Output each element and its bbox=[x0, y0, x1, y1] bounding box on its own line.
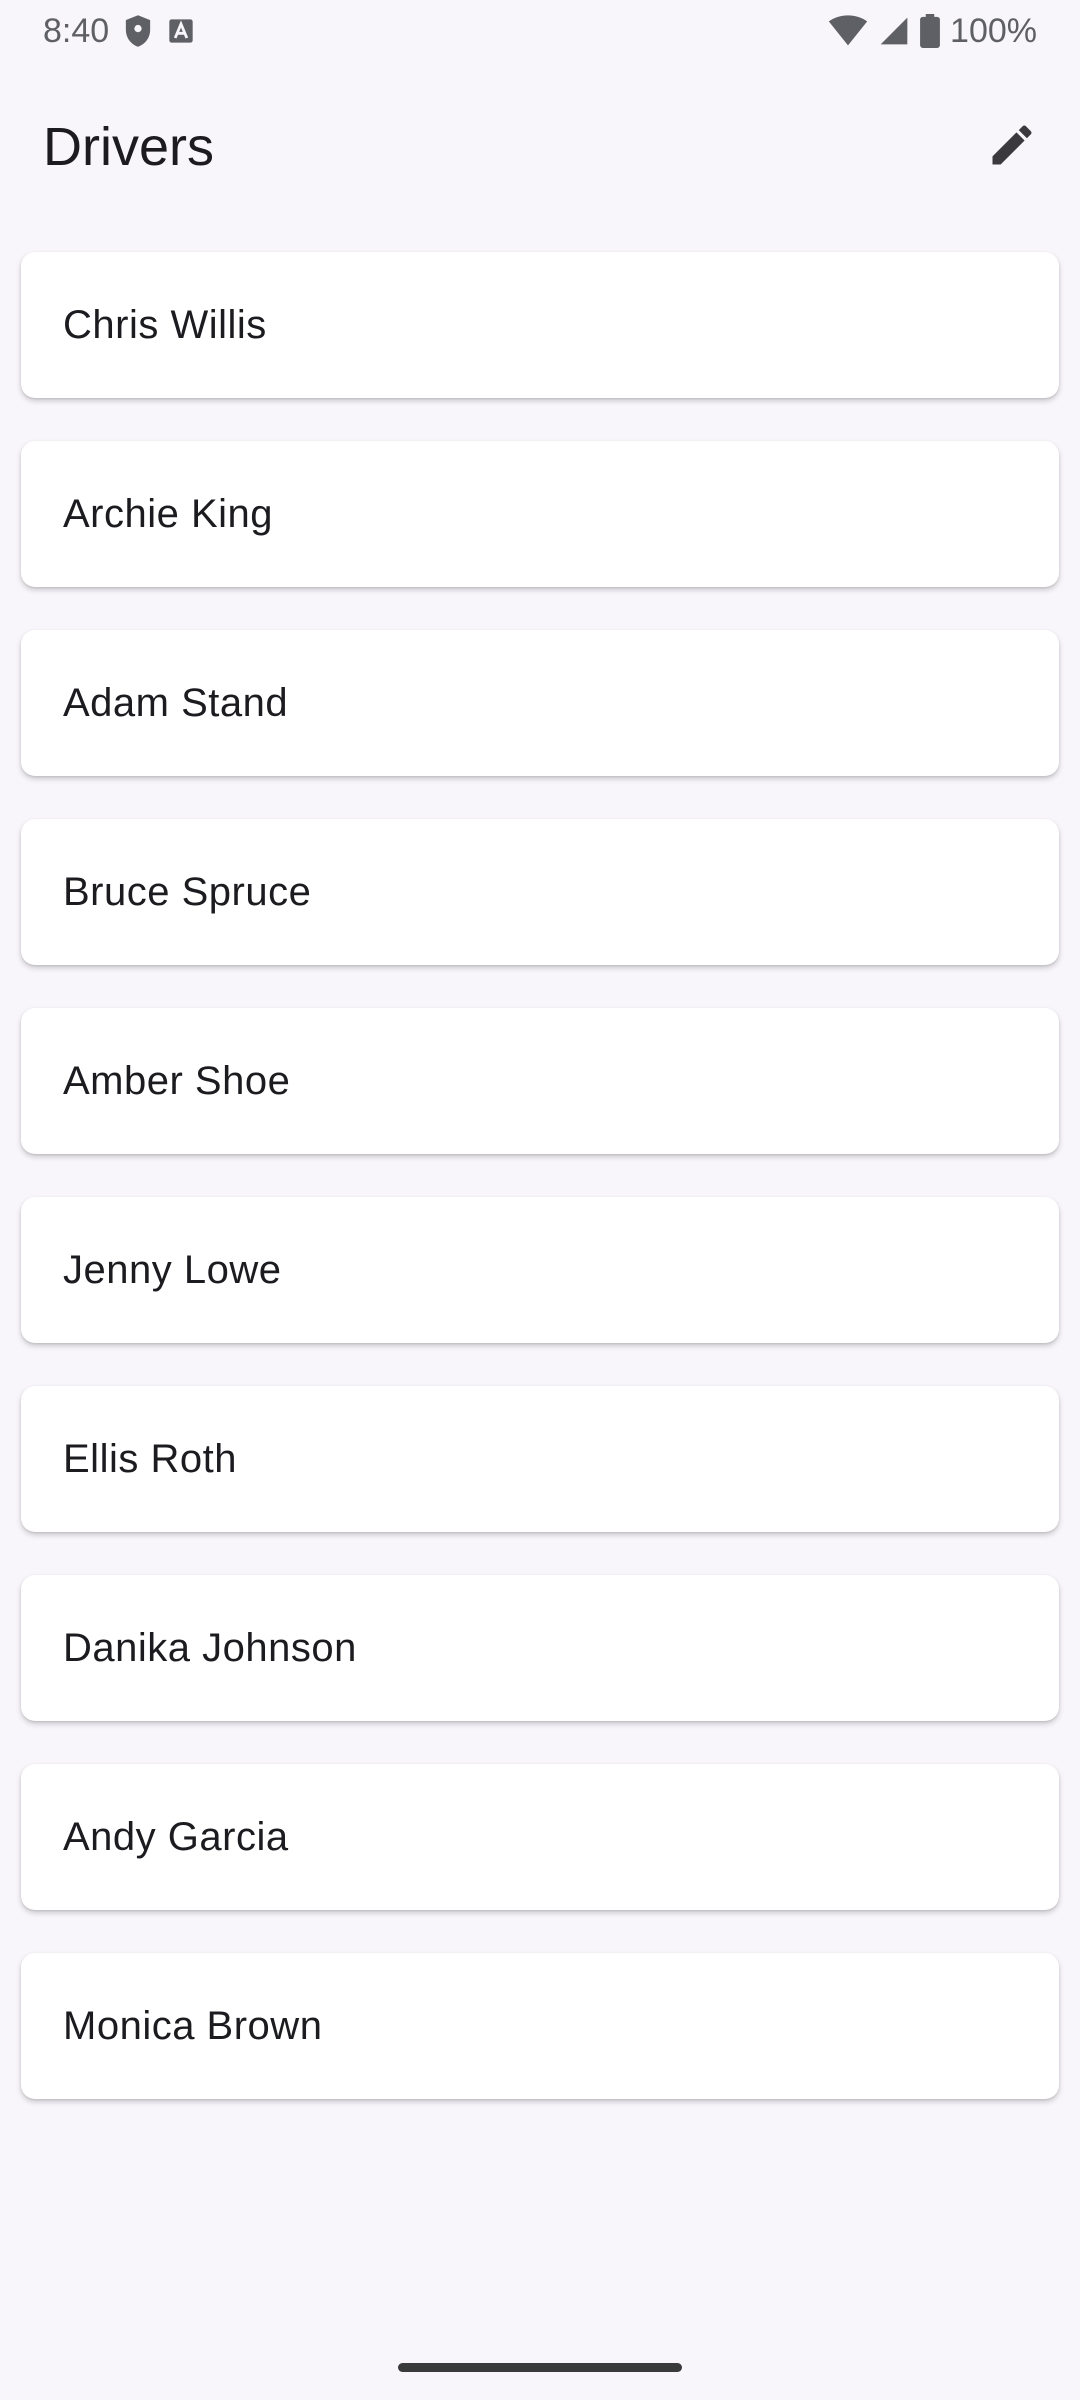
pencil-icon bbox=[986, 119, 1038, 176]
driver-card[interactable]: Chris Willis bbox=[21, 252, 1059, 398]
driver-card[interactable]: Archie King bbox=[21, 441, 1059, 587]
page-title: Drivers bbox=[43, 117, 214, 177]
driver-name: Amber Shoe bbox=[63, 1058, 291, 1103]
gesture-nav-handle[interactable] bbox=[398, 2363, 682, 2372]
driver-card[interactable]: Jenny Lowe bbox=[21, 1197, 1059, 1343]
driver-card[interactable]: Ellis Roth bbox=[21, 1386, 1059, 1532]
status-bar: 8:40 100% bbox=[0, 0, 1080, 62]
driver-card[interactable]: Danika Johnson bbox=[21, 1575, 1059, 1721]
driver-name: Chris Willis bbox=[63, 302, 267, 347]
driver-card[interactable]: Bruce Spruce bbox=[21, 819, 1059, 965]
driver-name: Adam Stand bbox=[63, 680, 289, 725]
driver-card[interactable]: Monica Brown bbox=[21, 1953, 1059, 2099]
shield-icon bbox=[123, 14, 153, 48]
battery-percent: 100% bbox=[950, 11, 1037, 50]
driver-name: Monica Brown bbox=[63, 2003, 323, 2048]
edit-button[interactable] bbox=[970, 105, 1054, 189]
driver-name: Bruce Spruce bbox=[63, 869, 312, 914]
driver-name: Ellis Roth bbox=[63, 1436, 237, 1481]
driver-card[interactable]: Adam Stand bbox=[21, 630, 1059, 776]
status-left: 8:40 bbox=[43, 12, 195, 51]
status-right: 100% bbox=[828, 12, 1037, 51]
cell-signal-icon bbox=[878, 15, 910, 47]
font-a-icon bbox=[167, 17, 195, 45]
driver-name: Andy Garcia bbox=[63, 1814, 289, 1859]
driver-card[interactable]: Amber Shoe bbox=[21, 1008, 1059, 1154]
top-app-bar: Drivers bbox=[0, 82, 1080, 212]
battery-icon bbox=[920, 14, 940, 48]
status-time: 8:40 bbox=[43, 11, 110, 50]
driver-card[interactable]: Andy Garcia bbox=[21, 1764, 1059, 1910]
driver-list: Chris Willis Archie King Adam Stand Bruc… bbox=[21, 252, 1059, 2142]
driver-name: Danika Johnson bbox=[63, 1625, 357, 1670]
driver-name: Archie King bbox=[63, 491, 274, 536]
wifi-icon bbox=[828, 15, 868, 47]
driver-name: Jenny Lowe bbox=[63, 1247, 282, 1292]
